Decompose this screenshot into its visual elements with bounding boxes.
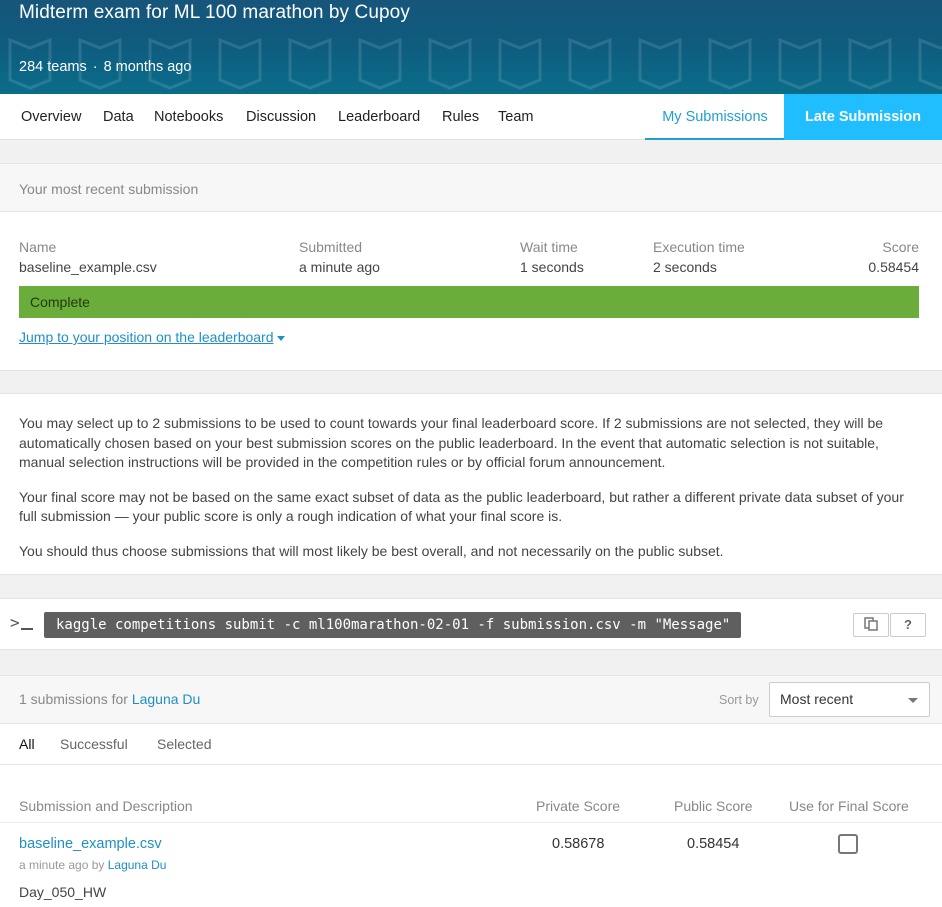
team-count: 284 teams bbox=[19, 59, 87, 75]
tab-data[interactable]: Data bbox=[103, 94, 134, 140]
help-button[interactable]: ? bbox=[890, 613, 926, 637]
tab-overview[interactable]: Overview bbox=[21, 94, 81, 140]
column-header-final-score: Use for Final Score bbox=[789, 798, 909, 814]
recent-submission-panel: Your most recent submission Name Submitt… bbox=[0, 163, 942, 371]
header-divider bbox=[0, 822, 942, 823]
sort-selected-value: Most recent bbox=[780, 691, 854, 707]
meta-separator: · bbox=[92, 59, 98, 75]
tab-leaderboard[interactable]: Leaderboard bbox=[338, 94, 420, 140]
terminal-icon: > bbox=[10, 613, 33, 632]
recent-submission-heading: Your most recent submission bbox=[0, 164, 942, 212]
private-score-value: 0.58678 bbox=[552, 836, 605, 852]
status-complete-bar: Complete bbox=[19, 286, 919, 318]
user-link[interactable]: Laguna Du bbox=[132, 691, 201, 707]
submissions-count-text: 1 submissions for bbox=[19, 691, 128, 707]
jump-link-label: Jump to your position on the leaderboard bbox=[19, 329, 274, 345]
terminal-prompt: > bbox=[10, 613, 20, 632]
submission-file-link[interactable]: baseline_example.csv bbox=[19, 836, 162, 852]
submitted-value: a minute ago bbox=[299, 259, 380, 275]
public-score-value: 0.58454 bbox=[687, 836, 740, 852]
copy-icon bbox=[864, 617, 878, 631]
filter-selected[interactable]: Selected bbox=[157, 736, 211, 752]
late-submission-button[interactable]: Late Submission bbox=[784, 94, 942, 140]
info-paragraph: You may select up to 2 submissions to be… bbox=[19, 415, 884, 470]
tab-team[interactable]: Team bbox=[498, 94, 533, 140]
wait-time-value: 1 seconds bbox=[520, 259, 584, 275]
submission-meta: a minute ago by Laguna Du bbox=[19, 858, 166, 872]
tab-discussion[interactable]: Discussion bbox=[246, 94, 316, 140]
info-paragraph: Your final score may not be based on the… bbox=[19, 488, 904, 525]
kaggle-cli-command[interactable]: kaggle competitions submit -c ml100marat… bbox=[44, 612, 741, 638]
submission-meta-prefix: a minute ago by bbox=[19, 858, 105, 872]
sort-label: Sort by bbox=[719, 693, 759, 707]
competition-nav: Overview Data Notebooks Discussion Leade… bbox=[0, 94, 942, 140]
filter-all[interactable]: All bbox=[19, 736, 35, 752]
tab-my-submissions[interactable]: My Submissions bbox=[645, 94, 785, 140]
score-label: Score bbox=[882, 239, 919, 255]
submissions-panel: 1 submissions for Laguna Du Sort by Most… bbox=[0, 675, 942, 907]
submissions-header: 1 submissions for Laguna Du Sort by Most… bbox=[0, 676, 942, 724]
sort-select[interactable]: Most recent bbox=[769, 682, 930, 717]
submission-description: Day_050_HW bbox=[19, 884, 107, 900]
cli-panel: > kaggle competitions submit -c ml100mar… bbox=[0, 598, 942, 650]
info-paragraph: You should thus choose submissions that … bbox=[19, 542, 724, 559]
tab-rules[interactable]: Rules bbox=[442, 94, 479, 140]
jump-to-leaderboard-link[interactable]: Jump to your position on the leaderboard bbox=[19, 329, 285, 345]
submission-name: baseline_example.csv bbox=[19, 259, 157, 275]
column-header-description: Submission and Description bbox=[19, 798, 193, 814]
submission-user-link[interactable]: Laguna Du bbox=[108, 858, 167, 872]
name-label: Name bbox=[19, 239, 57, 255]
execution-time-value: 2 seconds bbox=[653, 259, 717, 275]
execution-time-label: Execution time bbox=[653, 239, 745, 255]
submission-filter-tabs: All Successful Selected bbox=[0, 724, 942, 765]
competition-age: 8 months ago bbox=[103, 59, 192, 75]
caret-down-icon bbox=[276, 335, 285, 341]
competition-meta: 284 teams · 8 months ago bbox=[19, 59, 191, 75]
copy-button[interactable] bbox=[853, 613, 889, 637]
submissions-count: 1 submissions for Laguna Du bbox=[19, 691, 200, 707]
submitted-label: Submitted bbox=[299, 239, 363, 255]
terminal-cursor bbox=[20, 628, 33, 630]
chevron-down-icon bbox=[908, 698, 918, 703]
tab-notebooks[interactable]: Notebooks bbox=[154, 94, 223, 140]
use-for-final-score-checkbox[interactable] bbox=[838, 834, 858, 854]
column-header-public-score: Public Score bbox=[674, 798, 753, 814]
column-header-private-score: Private Score bbox=[536, 798, 621, 814]
final-score-info-panel: You may select up to 2 submissions to be… bbox=[0, 393, 942, 575]
competition-header: Midterm exam for ML 100 marathon by Cupo… bbox=[0, 0, 942, 94]
filter-successful[interactable]: Successful bbox=[60, 736, 128, 752]
score-value: 0.58454 bbox=[868, 259, 919, 275]
competition-title: Midterm exam for ML 100 marathon by Cupo… bbox=[19, 2, 410, 23]
wait-time-label: Wait time bbox=[520, 239, 578, 255]
